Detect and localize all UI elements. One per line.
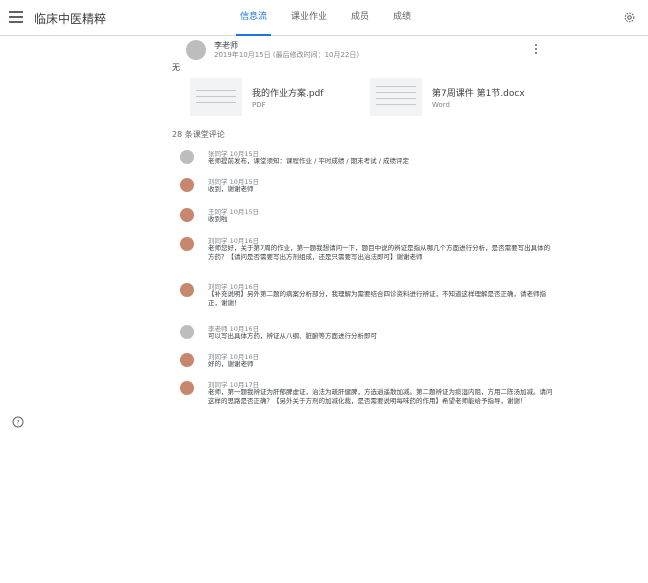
comment-item: 张同学 10月15日 老师提前发布，课堂须知：课程作业 / 平时成绩 / 期末考… bbox=[180, 148, 550, 172]
attachment-type: Word bbox=[432, 100, 450, 109]
commenter-avatar bbox=[180, 208, 194, 222]
comment-item: 刘同学 10月15日 收到，谢谢老师 bbox=[180, 176, 550, 200]
comment-text: 收到啦 bbox=[208, 215, 228, 223]
comment-text: 老师提前发布，课堂须知：课程作业 / 平时成绩 / 期末考试 / 成绩评定 bbox=[208, 157, 409, 165]
top-app-bar: 临床中医精粹 信息流 课业作业 成员 成绩 bbox=[0, 0, 648, 36]
comment-text: 老师，第一题我辨证为肝郁脾虚证，治法为疏肝健脾，方选逍遥散加减。第二题辨证为痰湿… bbox=[208, 388, 553, 405]
settings-gear-icon[interactable] bbox=[623, 11, 636, 24]
comment-item: 李老师 10月16日 可以写出具体方药，辨证从八纲、脏腑等方面进行分析即可 bbox=[180, 323, 550, 347]
commenter-avatar bbox=[180, 178, 194, 192]
comment-item: 刘同学 10月16日 【补充说明】另外第二题的病案分析部分，我理解为需要结合四诊… bbox=[180, 281, 550, 315]
commenter-avatar bbox=[180, 150, 194, 164]
app-title[interactable]: 临床中医精粹 bbox=[34, 10, 106, 27]
comment-text: 收到，谢谢老师 bbox=[208, 185, 254, 193]
commenter-avatar bbox=[180, 381, 194, 395]
docx-thumbnail bbox=[370, 78, 422, 116]
more-options-icon[interactable] bbox=[534, 44, 538, 56]
comment-item: 刘同学 10月16日 老师您好，关于第7周的作业，第一题我想请问一下，题目中说的… bbox=[180, 235, 550, 277]
tab-stream[interactable]: 信息流 bbox=[228, 0, 279, 36]
comment-text: 可以写出具体方药，辨证从八纲、脏腑等方面进行分析即可 bbox=[208, 332, 377, 340]
comment-text: 老师您好，关于第7周的作业，第一题我想请问一下，题目中说的辨证是指从哪几个方面进… bbox=[208, 244, 551, 261]
commenter-avatar bbox=[180, 283, 194, 297]
comment-text: 【补充说明】另外第二题的病案分析部分，我理解为需要结合四诊资料进行辨证，不知道这… bbox=[208, 290, 546, 307]
help-icon[interactable]: ? bbox=[12, 416, 24, 428]
comment-item: 王同学 10月15日 收到啦 bbox=[180, 206, 550, 230]
attachment-type: PDF bbox=[252, 100, 266, 109]
commenter-avatar bbox=[180, 237, 194, 251]
tab-bar: 信息流 课业作业 成员 成绩 bbox=[228, 0, 423, 36]
comment-text: 好的，谢谢老师 bbox=[208, 360, 254, 368]
stream-content: 李老师 2019年10月15日 (最后修改时间：10月22日) 无 我的作业方案… bbox=[172, 36, 556, 440]
commenter-avatar bbox=[180, 353, 194, 367]
tab-classwork[interactable]: 课业作业 bbox=[279, 0, 339, 36]
post-text: 无 bbox=[172, 63, 180, 72]
class-comments-header[interactable]: 28 条课堂评论 bbox=[172, 129, 225, 140]
attachment-name: 第7周课件 第1节.docx bbox=[432, 88, 525, 99]
attachment-docx[interactable]: 第7周课件 第1节.docx Word bbox=[370, 77, 525, 117]
post-time: 2019年10月15日 (最后修改时间：10月22日) bbox=[214, 51, 360, 59]
pdf-thumbnail bbox=[190, 78, 242, 116]
attachment-pdf[interactable]: 我的作业方案.pdf PDF bbox=[190, 77, 323, 117]
svg-text:?: ? bbox=[16, 419, 19, 427]
tab-grades[interactable]: 成绩 bbox=[381, 0, 423, 36]
attachment-name: 我的作业方案.pdf bbox=[252, 88, 324, 99]
commenter-avatar bbox=[180, 325, 194, 339]
comment-item: 刘同学 10月17日 老师，第一题我辨证为肝郁脾虚证，治法为疏肝健脾，方选逍遥散… bbox=[180, 379, 553, 437]
menu-icon[interactable] bbox=[9, 11, 23, 23]
comment-item: 刘同学 10月16日 好的，谢谢老师 bbox=[180, 351, 550, 375]
tab-people[interactable]: 成员 bbox=[339, 0, 381, 36]
post-author-avatar bbox=[186, 40, 206, 60]
